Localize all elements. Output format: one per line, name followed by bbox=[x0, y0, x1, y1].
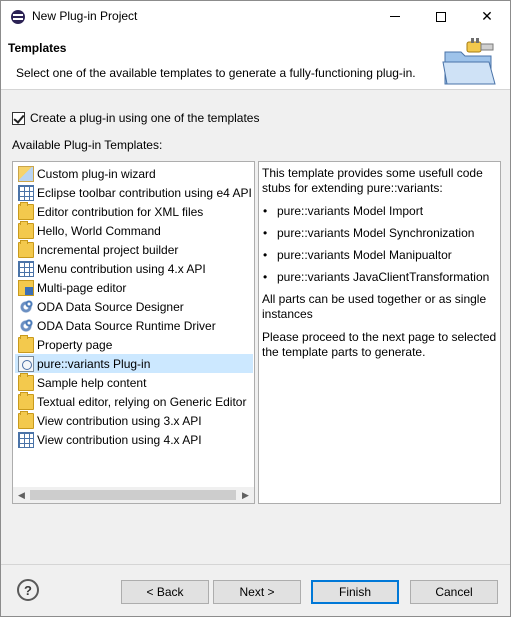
close-button[interactable]: ✕ bbox=[464, 1, 510, 32]
grid-icon bbox=[18, 184, 34, 201]
template-label: Hello, World Command bbox=[37, 223, 161, 238]
folder-icon bbox=[18, 410, 34, 429]
scrollbar-thumb[interactable] bbox=[30, 490, 236, 500]
template-label: View contribution using 3.x API bbox=[37, 413, 202, 428]
close-icon: ✕ bbox=[481, 8, 493, 24]
eclipse-icon bbox=[11, 10, 25, 24]
bullet-item: • pure::variants JavaClientTransformation bbox=[263, 270, 490, 284]
folder-icon bbox=[18, 372, 34, 391]
help-icon: ? bbox=[24, 582, 32, 598]
page-title: Templates bbox=[8, 41, 67, 55]
folder-icon bbox=[18, 334, 34, 353]
finish-button[interactable]: Finish bbox=[311, 580, 399, 604]
folder-icon bbox=[18, 201, 34, 220]
template-label: Incremental project builder bbox=[37, 242, 179, 257]
folder-icon bbox=[18, 220, 34, 239]
template-description: This template provides some usefull code… bbox=[258, 161, 501, 504]
list-item-selected[interactable]: pure::variants Plug-in bbox=[15, 354, 253, 373]
template-label: Property page bbox=[37, 337, 113, 352]
list-item[interactable]: Eclipse toolbar contribution using e4 AP… bbox=[18, 183, 253, 202]
list-item[interactable]: Custom plug-in wizard bbox=[18, 164, 253, 183]
description-intro: This template provides some usefull code… bbox=[262, 166, 483, 195]
gear-icon bbox=[18, 298, 34, 315]
templates-list[interactable]: Custom plug-in wizard Eclipse toolbar co… bbox=[12, 161, 255, 504]
description-note: All parts can be used together or as sin… bbox=[262, 292, 487, 321]
bullet-item: • pure::variants Model Import bbox=[263, 204, 424, 218]
title-bar: New Plug-in Project ✕ bbox=[1, 1, 510, 32]
horizontal-scrollbar[interactable]: ◀ ▶ bbox=[12, 487, 255, 504]
template-label: Sample help content bbox=[37, 375, 147, 390]
minimize-icon bbox=[390, 16, 400, 17]
folder-icon bbox=[18, 391, 34, 410]
list-item[interactable]: Multi-page editor bbox=[18, 278, 253, 297]
template-label: ODA Data Source Designer bbox=[37, 299, 184, 314]
template-label: Custom plug-in wizard bbox=[37, 166, 156, 181]
list-item[interactable]: Sample help content bbox=[18, 372, 253, 392]
scroll-left-icon[interactable]: ◀ bbox=[13, 487, 30, 503]
list-item[interactable]: ODA Data Source Runtime Driver bbox=[18, 316, 253, 335]
list-item[interactable]: Editor contribution for XML files bbox=[18, 201, 253, 221]
page-description: Select one of the available templates to… bbox=[16, 66, 416, 80]
plugin-icon bbox=[18, 355, 34, 372]
list-item[interactable]: ODA Data Source Designer bbox=[18, 297, 253, 316]
bullet-text: pure::variants Model Manipualtor bbox=[277, 248, 452, 262]
template-label: ODA Data Source Runtime Driver bbox=[37, 318, 216, 333]
create-from-template-checkbox[interactable] bbox=[12, 111, 25, 125]
list-item[interactable]: Menu contribution using 4.x API bbox=[18, 259, 253, 278]
cancel-button[interactable]: Cancel bbox=[410, 580, 498, 604]
list-item[interactable]: Property page bbox=[18, 334, 253, 354]
template-label: Editor contribution for XML files bbox=[37, 204, 204, 219]
plugin-folder-banner-icon bbox=[442, 38, 496, 85]
bullet-item: • pure::variants Model Synchronization bbox=[263, 226, 475, 240]
list-item[interactable]: Textual editor, relying on Generic Edito… bbox=[18, 391, 253, 411]
maximize-icon bbox=[436, 11, 446, 22]
bullet-text: pure::variants Model Import bbox=[277, 204, 424, 218]
minimize-button[interactable] bbox=[372, 1, 418, 32]
available-templates-label: Available Plug-in Templates: bbox=[12, 138, 163, 152]
bullet-text: pure::variants Model Synchronization bbox=[277, 226, 475, 240]
list-item[interactable]: View contribution using 4.x API bbox=[18, 430, 253, 449]
template-label: Multi-page editor bbox=[37, 280, 127, 295]
grid-icon bbox=[18, 431, 34, 448]
bullet-text: pure::variants JavaClientTransformation bbox=[277, 270, 490, 284]
template-label: pure::variants Plug-in bbox=[37, 356, 151, 371]
help-button[interactable]: ? bbox=[17, 579, 39, 601]
list-item[interactable]: View contribution using 3.x API bbox=[18, 410, 253, 430]
footer-divider bbox=[1, 564, 510, 565]
template-label: Textual editor, relying on Generic Edito… bbox=[37, 394, 247, 409]
window-title: New Plug-in Project bbox=[32, 9, 138, 23]
grid-icon bbox=[18, 260, 34, 277]
bullet-item: • pure::variants Model Manipualtor bbox=[263, 248, 452, 262]
next-button[interactable]: Next > bbox=[213, 580, 301, 604]
template-label: Eclipse toolbar contribution using e4 AP… bbox=[37, 185, 252, 200]
folder-icon bbox=[18, 239, 34, 258]
gear-icon bbox=[18, 317, 34, 334]
scroll-right-icon[interactable]: ▶ bbox=[237, 487, 254, 503]
template-label: Menu contribution using 4.x API bbox=[37, 261, 206, 276]
description-note: Please proceed to the next page to selec… bbox=[262, 330, 497, 359]
wizard-icon bbox=[18, 165, 34, 182]
list-item[interactable]: Incremental project builder bbox=[18, 239, 253, 259]
create-from-template-option[interactable]: Create a plug-in using one of the templa… bbox=[12, 111, 259, 125]
create-from-template-label: Create a plug-in using one of the templa… bbox=[30, 111, 260, 125]
maximize-button[interactable] bbox=[418, 1, 464, 32]
folder-icon bbox=[18, 279, 34, 296]
back-button[interactable]: < Back bbox=[121, 580, 209, 604]
list-item[interactable]: Hello, World Command bbox=[18, 220, 253, 240]
dialog-window: New Plug-in Project ✕ Templates Select o… bbox=[0, 0, 511, 617]
wizard-header: Templates Select one of the available te… bbox=[1, 32, 510, 90]
template-label: View contribution using 4.x API bbox=[37, 432, 202, 447]
